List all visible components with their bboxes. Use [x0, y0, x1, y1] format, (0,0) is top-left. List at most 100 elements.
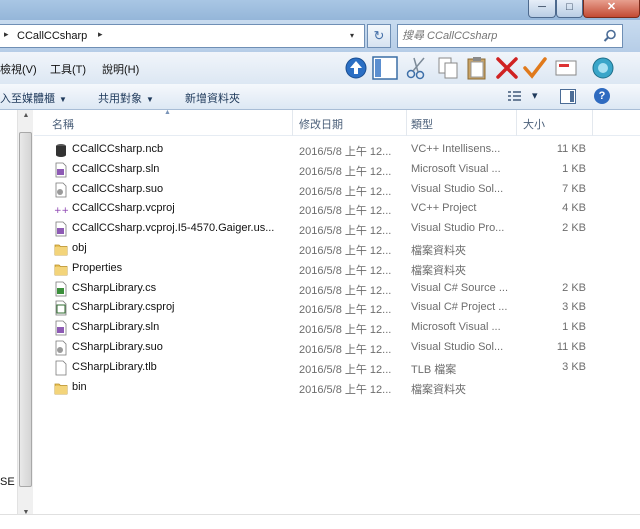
- preview-pane-icon[interactable]: [372, 56, 398, 80]
- copy-icon[interactable]: [435, 56, 461, 80]
- file-row[interactable]: obj 2016/5/8 上午 12... 檔案資料夾: [34, 239, 640, 259]
- search-input[interactable]: [402, 28, 598, 44]
- file-name: CCallCCsharp.suo: [72, 182, 164, 195]
- column-divider[interactable]: [406, 110, 407, 136]
- menu-tools[interactable]: 工具(T): [50, 61, 86, 77]
- suo-file-icon: [54, 182, 68, 198]
- nav-scrollbar[interactable]: ▲ ▼: [17, 110, 33, 520]
- breadcrumb-chevron-icon[interactable]: ▸: [98, 29, 103, 40]
- maximize-button[interactable]: □: [556, 0, 583, 18]
- csharp-file-icon: [54, 281, 68, 297]
- file-name: CCallCCsharp.vcproj.I5-4570.Gaiger.us...: [72, 222, 275, 235]
- nav-item-label[interactable]: SE: [0, 476, 15, 488]
- column-divider[interactable]: [592, 110, 593, 136]
- delete-icon[interactable]: [494, 56, 520, 80]
- refresh-button[interactable]: ↻: [367, 24, 391, 48]
- breadcrumb-arrow-icon[interactable]: ▸: [4, 29, 9, 40]
- file-size: 4 KB: [562, 202, 586, 215]
- close-button[interactable]: ✕: [583, 0, 640, 18]
- file-type: 檔案資料夾: [411, 264, 466, 277]
- file-size: 11 KB: [556, 143, 586, 155]
- file-name: bin: [72, 380, 87, 393]
- minimize-button[interactable]: ─: [528, 0, 556, 18]
- help-button[interactable]: ?: [594, 88, 610, 104]
- network-icon[interactable]: [590, 56, 616, 80]
- views-dropdown-icon[interactable]: ▾: [532, 89, 538, 102]
- column-header-name[interactable]: 名稱: [52, 116, 74, 131]
- file-size: 2 KB: [562, 281, 586, 294]
- file-type: 檔案資料夾: [411, 245, 466, 257]
- properties-check-icon[interactable]: [522, 56, 548, 80]
- new-folder-button[interactable]: 新增資料夾: [185, 90, 240, 106]
- chevron-down-icon: ▼: [59, 95, 67, 104]
- search-icon[interactable]: [603, 29, 617, 43]
- share-with-button[interactable]: 共用對象 ▼: [98, 90, 154, 106]
- file-name: CSharpLibrary.cs: [72, 281, 157, 294]
- file-row[interactable]: ++ CCallCCsharp.vcproj 2016/5/8 上午 12... VC…: [34, 199, 640, 219]
- address-bar[interactable]: ▸ CCallCCsharp ▸ ▾: [0, 24, 365, 48]
- folder-icon: [54, 261, 68, 277]
- file-row[interactable]: CSharpLibrary.sln 2016/5/8 上午 12... Micros…: [34, 318, 640, 338]
- file-row[interactable]: Properties 2016/5/8 上午 12... 檔案資料夾: [34, 259, 640, 279]
- file-size: 1 KB: [562, 162, 586, 175]
- file-size: 7 KB: [562, 182, 586, 195]
- suo-file-icon: [54, 340, 68, 356]
- breadcrumb-folder[interactable]: CCallCCsharp: [17, 30, 87, 42]
- column-header-type[interactable]: 類型: [411, 116, 433, 131]
- column-divider[interactable]: [516, 110, 517, 136]
- column-divider[interactable]: [292, 110, 293, 136]
- file-row[interactable]: CCallCCsharp.sln 2016/5/8 上午 12... Microso…: [34, 160, 640, 180]
- cut-icon[interactable]: [404, 56, 430, 80]
- menu-view[interactable]: 檢視(V): [0, 61, 37, 77]
- folder-icon: [54, 380, 68, 396]
- column-header-size[interactable]: 大小: [523, 116, 545, 131]
- paste-icon[interactable]: [464, 56, 490, 80]
- file-name: CCallCCsharp.sln: [72, 162, 160, 175]
- file-name: CSharpLibrary.sln: [72, 321, 160, 334]
- file-size: 3 KB: [562, 301, 586, 314]
- include-in-library-label: 入至媒體櫃: [0, 93, 55, 105]
- file-type: VC++ Intellisens...: [411, 143, 501, 155]
- file-size: 11 KB: [556, 341, 586, 353]
- solution-file-icon: [54, 162, 68, 178]
- scroll-up-icon[interactable]: ▲: [20, 112, 32, 119]
- address-row: ▸ CCallCCsharp ▸ ▾ ↻: [0, 20, 640, 52]
- scrollbar-thumb[interactable]: [19, 132, 32, 487]
- file-type: Visual Studio Sol...: [411, 182, 504, 195]
- file-type: Microsoft Visual ...: [411, 162, 501, 175]
- file-row[interactable]: CSharpLibrary.tlb 2016/5/8 上午 12... TLB 檔案…: [34, 358, 640, 378]
- solution-file-icon: [54, 320, 68, 336]
- navigation-pane[interactable]: SE ▲ ▼: [0, 110, 33, 529]
- file-date: 2016/5/8 上午 12...: [299, 344, 392, 356]
- file-type: Visual C# Project ...: [411, 301, 508, 314]
- sort-ascending-icon: ▲: [164, 109, 171, 116]
- column-header-row: ▲ 名稱 修改日期 類型 大小: [34, 109, 640, 136]
- file-type: TLB 檔案: [411, 363, 457, 376]
- file-row[interactable]: CSharpLibrary.suo 2016/5/8 上午 12... Visual…: [34, 338, 640, 358]
- file-type: VC++ Project: [411, 202, 477, 215]
- include-in-library-button[interactable]: 入至媒體櫃 ▼: [0, 90, 67, 106]
- file-name: CCallCCsharp.ncb: [72, 143, 164, 155]
- file-row[interactable]: CCallCCsharp.suo 2016/5/8 上午 12... Visual …: [34, 180, 640, 200]
- file-size: 3 KB: [562, 360, 586, 373]
- folder-icon: [54, 241, 68, 257]
- file-row[interactable]: bin 2016/5/8 上午 12... 檔案資料夾: [34, 378, 640, 398]
- preview-pane-toggle-icon[interactable]: [560, 89, 576, 104]
- file-name: CSharpLibrary.csproj: [72, 301, 175, 314]
- file-date: 2016/5/8 上午 12...: [299, 225, 392, 238]
- file-row[interactable]: CSharpLibrary.csproj 2016/5/8 上午 12... Vis…: [34, 298, 640, 318]
- search-box[interactable]: [397, 24, 623, 48]
- file-row[interactable]: CCallCCsharp.vcproj.I5-4570.Gaiger.us...…: [34, 219, 640, 239]
- email-icon[interactable]: [553, 56, 579, 80]
- database-file-icon: [54, 142, 68, 158]
- views-icon[interactable]: [508, 90, 522, 103]
- file-date: 2016/5/8 上午 12...: [299, 324, 392, 337]
- file-row[interactable]: CSharpLibrary.cs 2016/5/8 上午 12... Visual …: [34, 279, 640, 299]
- column-header-date[interactable]: 修改日期: [299, 116, 343, 131]
- up-arrow-icon[interactable]: [343, 56, 369, 80]
- address-dropdown-icon[interactable]: ▾: [350, 31, 354, 40]
- menu-help[interactable]: 說明(H): [102, 61, 139, 77]
- file-date: 2016/5/8 上午 12...: [299, 363, 392, 376]
- file-row[interactable]: CCallCCsharp.ncb 2016/5/8 上午 12... VC++ In…: [34, 140, 640, 160]
- file-type: Visual C# Source ...: [411, 281, 509, 294]
